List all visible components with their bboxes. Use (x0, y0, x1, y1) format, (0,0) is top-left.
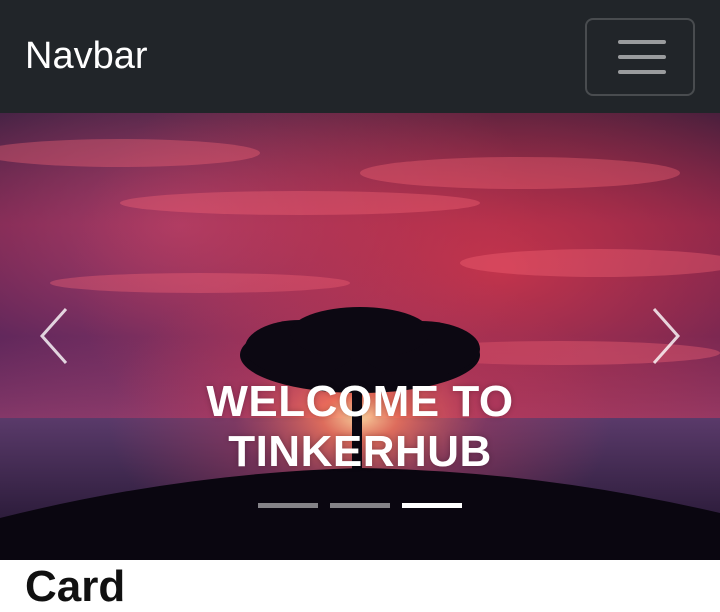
carousel-prev-button[interactable] (30, 301, 80, 371)
carousel-slide-image (0, 113, 720, 560)
chevron-right-icon (652, 308, 681, 364)
carousel-indicator-2[interactable] (330, 503, 390, 508)
carousel-indicator-3[interactable] (402, 503, 462, 508)
navbar: Navbar (0, 0, 720, 113)
navbar-toggler-button[interactable] (585, 18, 695, 96)
chevron-left-icon (39, 308, 68, 364)
carousel-caption-line-1: WELCOME TO (206, 377, 514, 426)
carousel-caption-line-2: TINKERHUB (228, 427, 492, 476)
section-title: Card (25, 562, 126, 611)
carousel-indicators (0, 503, 720, 508)
hero-carousel: WELCOME TO TINKERHUB (0, 113, 720, 560)
carousel-next-button[interactable] (640, 301, 690, 371)
navbar-brand[interactable]: Navbar (25, 34, 148, 78)
carousel-indicator-1[interactable] (258, 503, 318, 508)
carousel-caption: WELCOME TO TINKERHUB (0, 377, 720, 477)
